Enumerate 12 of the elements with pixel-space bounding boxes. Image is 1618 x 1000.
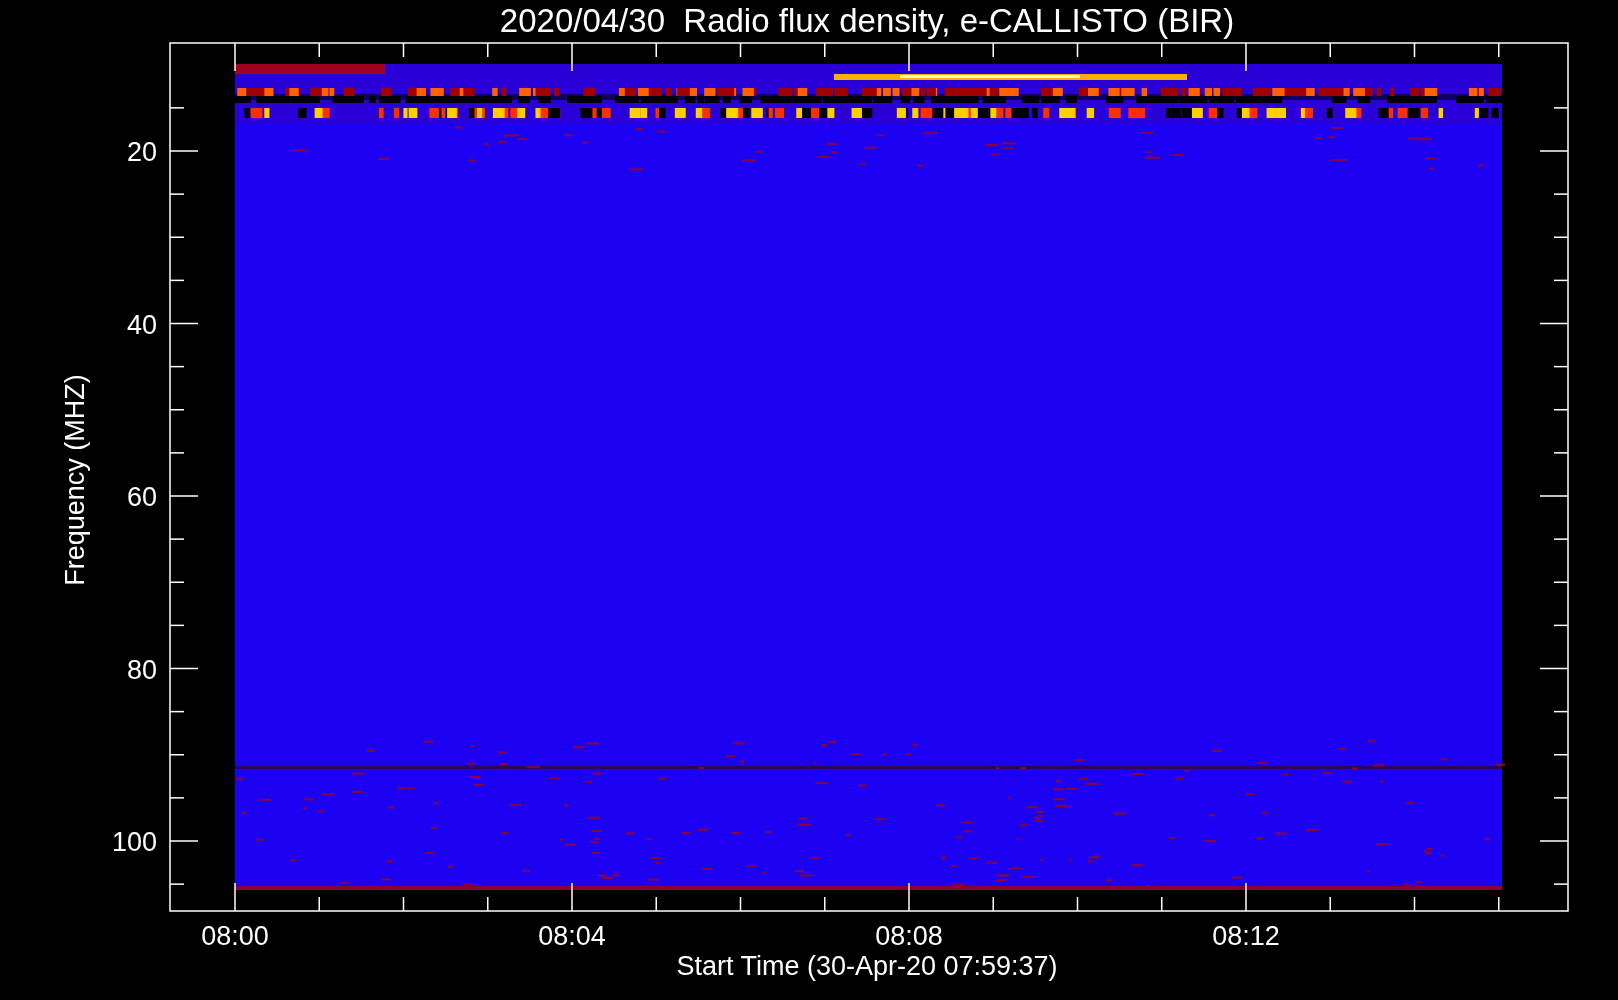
x-tick-label: 08:00: [201, 921, 269, 951]
y-tick-label: 60: [126, 482, 157, 512]
y-tick-label: 20: [126, 137, 157, 167]
y-tick-label: 80: [126, 654, 157, 685]
x-tick-label: 08:04: [538, 921, 606, 951]
x-axis-label: Start Time (30-Apr-20 07:59:37): [676, 951, 1058, 981]
x-tick-label: 08:12: [1212, 921, 1280, 951]
y-axis-label: Frequency (MHZ): [60, 374, 90, 586]
y-tick-label: 40: [126, 309, 157, 340]
chart-title: 2020/04/30 Radio flux density, e-CALLISTO (BIR): [499, 2, 1235, 39]
y-tick-label: 100: [111, 827, 157, 857]
x-tick-label: 08:08: [875, 921, 943, 951]
